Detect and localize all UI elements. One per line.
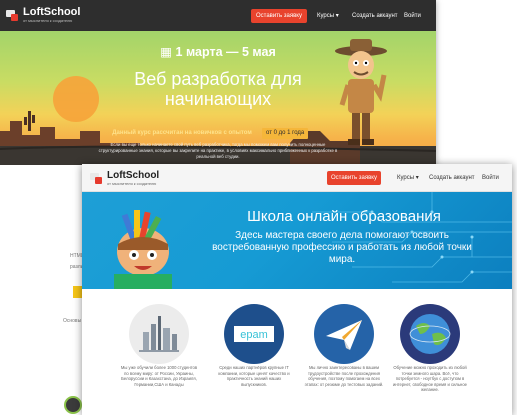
logo-name: LoftSchool (107, 170, 160, 181)
front-apply-button[interactable]: Оставить заявку (327, 171, 381, 185)
svg-text:epam: epam (240, 329, 268, 341)
loftschool-logo-icon (90, 173, 103, 184)
course-audience-note: Данный курс рассчитан на новичков с опыт… (112, 130, 252, 136)
feature-text-students: Мы уже обучили более 1000 студентов по в… (120, 365, 198, 387)
epam-logo-icon: epam (224, 304, 284, 364)
back-text-fragment: Основы (63, 318, 82, 324)
globe-icon (400, 304, 460, 364)
chevron-down-icon: ▾ (335, 13, 339, 19)
back-nav-create-account[interactable]: Создать аккаунт (352, 12, 398, 20)
front-nav-courses[interactable]: Курсы ▾ (397, 174, 419, 182)
back-logo[interactable]: LoftSchool от мыслителя к создателю (6, 7, 80, 23)
loftschool-logo-icon (6, 9, 19, 21)
experience-badge: от 0 до 1 года (262, 128, 309, 139)
front-logo[interactable]: LoftSchool от мыслителя к создателю (90, 171, 159, 186)
logo-tagline: от мыслителя к создателю (107, 181, 157, 186)
front-nav-create-account[interactable]: Создать аккаунт (429, 174, 475, 182)
front-hero-banner: Школа онлайн образования Здесь мастера с… (82, 192, 512, 289)
back-nav-login[interactable]: Войти (404, 12, 421, 20)
logo-name: LoftSchool (23, 6, 81, 18)
back-top-navbar: LoftSchool от мыслителя к создателю Оста… (0, 0, 436, 31)
cowboy-illustration (335, 39, 387, 145)
back-apply-button[interactable]: Оставить заявку (251, 9, 307, 23)
course-description: Если вы еще только начинаете свой путь в… (98, 142, 338, 159)
back-nav-courses[interactable]: Курсы ▾ (317, 12, 339, 20)
back-hero-banner: ▦ 1 марта — 5 мая Веб разработка для нач… (0, 31, 436, 165)
showcase-stage: LoftSchool от мыслителя к создателю Оста… (0, 0, 517, 415)
calendar-icon: ▦ (160, 45, 173, 59)
paper-plane-icon (314, 304, 374, 364)
chevron-down-icon: ▾ (415, 175, 419, 181)
front-hero-title: Школа онлайн образования (247, 208, 441, 225)
student-illustration (114, 210, 172, 289)
feature-text-partners: Среди наших партнёров крупные IT компани… (218, 365, 290, 387)
course-icon (64, 396, 82, 414)
feature-text-anywhere: Обучение можно проходить из любой точки … (393, 365, 467, 393)
front-browser-window: LoftSchool от мыслителя к создателю Оста… (82, 164, 512, 415)
logo-tagline: от мыслителя к создателю (23, 18, 73, 23)
hero-title: Веб разработка для начинающих (134, 69, 302, 109)
front-hero-subtitle: Здесь мастера своего дела помогают освои… (212, 230, 472, 265)
students-city-icon (129, 304, 189, 364)
front-nav-login[interactable]: Войти (482, 174, 499, 182)
front-top-navbar: LoftSchool от мыслителя к создателю Оста… (82, 164, 512, 192)
feature-text-employment: Мы лично заинтересованы в вашем трудоуст… (304, 365, 384, 387)
